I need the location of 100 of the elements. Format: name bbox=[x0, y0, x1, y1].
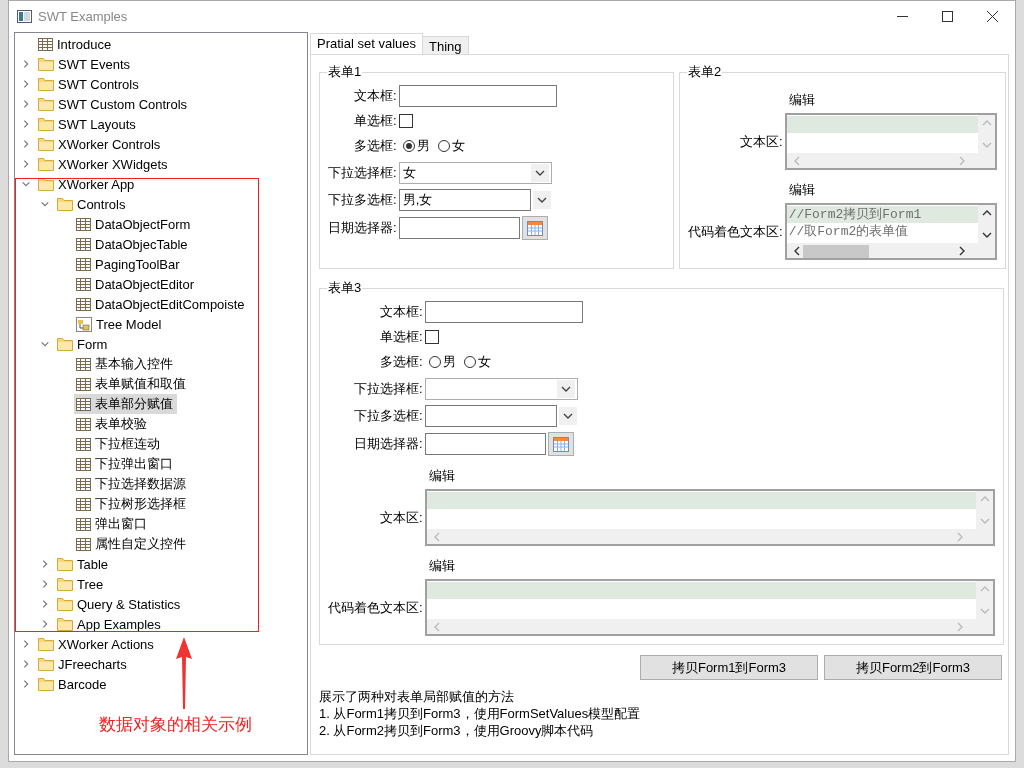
tab[interactable]: Thing bbox=[422, 36, 469, 54]
text-field[interactable] bbox=[398, 85, 557, 107]
folder-icon bbox=[38, 117, 54, 131]
text-area[interactable] bbox=[784, 113, 997, 170]
dropdown[interactable] bbox=[424, 378, 578, 400]
annotation-label: 数据对象的相关示例 bbox=[99, 714, 252, 736]
tree-item[interactable]: DataObjectEditor bbox=[74, 274, 198, 294]
tree-item[interactable]: Introduce bbox=[36, 34, 116, 54]
folder-icon bbox=[38, 137, 54, 151]
tree-item[interactable]: SWT Custom Controls bbox=[36, 94, 192, 114]
tree-item[interactable]: 下拉树形选择框 bbox=[74, 494, 190, 514]
tree-item[interactable]: 基本输入控件 bbox=[74, 354, 177, 374]
tree-model-icon bbox=[76, 316, 92, 332]
calendar-button[interactable] bbox=[521, 216, 548, 240]
folder-icon bbox=[57, 337, 73, 351]
checkbox[interactable] bbox=[424, 330, 439, 344]
description-line: 2. 从Form2拷贝到Form3，使用Groovy脚本代码 bbox=[319, 722, 595, 739]
tree-item[interactable]: 下拉弹出窗口 bbox=[74, 454, 177, 474]
table-icon bbox=[76, 457, 91, 471]
folder-icon bbox=[38, 637, 54, 651]
field-label: 下拉多选框: bbox=[353, 407, 423, 425]
multi-select-field[interactable] bbox=[424, 405, 557, 427]
date-field[interactable] bbox=[424, 433, 546, 455]
table-icon bbox=[76, 237, 91, 251]
field-label: 文本区: bbox=[739, 132, 783, 151]
multi-select-field[interactable]: 男,女 bbox=[398, 189, 531, 211]
tree-item[interactable]: Barcode bbox=[36, 674, 111, 694]
maximize-icon bbox=[942, 11, 953, 22]
folder-icon bbox=[57, 597, 73, 611]
tree-item[interactable]: JFreecharts bbox=[36, 654, 131, 674]
tree-item[interactable]: SWT Controls bbox=[36, 74, 143, 94]
radio-option[interactable]: 女 bbox=[463, 353, 491, 371]
tree-item[interactable]: DataObjecTable bbox=[74, 234, 192, 254]
tree-item[interactable]: XWorker App bbox=[36, 174, 139, 194]
tree-item[interactable]: 属性自定义控件 bbox=[74, 534, 190, 554]
field-label: 文本区: bbox=[379, 508, 423, 527]
radio-option[interactable]: 男 bbox=[402, 137, 430, 155]
code-editor[interactable] bbox=[424, 579, 995, 636]
tab[interactable]: Pratial set values bbox=[310, 33, 423, 54]
edit-caption: 编辑 bbox=[787, 181, 816, 199]
tree-item[interactable]: Tree Model bbox=[74, 314, 166, 334]
tree-item[interactable]: 表单校验 bbox=[74, 414, 151, 434]
tree-item[interactable]: SWT Layouts bbox=[36, 114, 140, 134]
folder-icon bbox=[38, 157, 54, 171]
text-field[interactable] bbox=[424, 301, 583, 323]
tree-item[interactable]: Tree bbox=[55, 574, 108, 594]
calendar-button[interactable] bbox=[547, 432, 574, 456]
tree-item[interactable]: DataObjectEditCompoiste bbox=[74, 294, 249, 314]
field-label: 日期选择器: bbox=[353, 435, 423, 453]
radio-option[interactable]: 男 bbox=[428, 353, 456, 371]
tree-item[interactable]: 表单赋值和取值 bbox=[74, 374, 190, 394]
folder-icon bbox=[38, 677, 54, 691]
table-icon bbox=[76, 397, 91, 411]
group-title: 表单3 bbox=[327, 279, 363, 297]
tree-item[interactable]: DataObjectForm bbox=[74, 214, 195, 234]
tree-item[interactable]: Form bbox=[55, 334, 112, 354]
table-icon bbox=[76, 357, 91, 371]
tree-item[interactable]: SWT Events bbox=[36, 54, 134, 74]
field-label: 单选框: bbox=[379, 328, 423, 346]
text-area[interactable] bbox=[424, 489, 995, 546]
calendar-icon bbox=[552, 436, 569, 452]
tree-item[interactable]: 下拉选择数据源 bbox=[74, 474, 190, 494]
tree-item[interactable]: PagingToolBar bbox=[74, 254, 184, 274]
scrollbar-thumb[interactable] bbox=[802, 245, 869, 258]
description-line: 1. 从Form1拷贝到Form3，使用FormSetValues模型配置 bbox=[319, 705, 642, 722]
field-label: 下拉选择框: bbox=[353, 380, 423, 398]
field-label: 单选框: bbox=[353, 112, 397, 130]
dropdown[interactable]: 女 bbox=[398, 162, 552, 184]
radio-option[interactable]: 女 bbox=[437, 137, 465, 155]
annotation-arrow bbox=[175, 637, 193, 709]
tree-item[interactable]: XWorker XWidgets bbox=[36, 154, 172, 174]
tree-item[interactable]: Controls bbox=[55, 194, 130, 214]
tree-item[interactable]: 表单部分赋值 bbox=[74, 394, 177, 414]
copy-button[interactable]: 拷贝Form1到Form3 bbox=[640, 655, 818, 680]
edit-caption: 编辑 bbox=[787, 91, 816, 109]
tree-item[interactable]: XWorker Actions bbox=[36, 634, 158, 654]
field-label: 日期选择器: bbox=[328, 219, 397, 237]
folder-icon bbox=[38, 77, 54, 91]
tree-item[interactable]: 下拉框连动 bbox=[74, 434, 164, 454]
folder-icon bbox=[38, 657, 54, 671]
field-label: 下拉选择框: bbox=[328, 164, 397, 182]
copy-button[interactable]: 拷贝Form2到Form3 bbox=[824, 655, 1002, 680]
app-icon bbox=[17, 10, 32, 23]
field-label: 文本框: bbox=[353, 87, 397, 105]
tree-item[interactable]: App Examples bbox=[55, 614, 165, 634]
tree-item[interactable]: XWorker Controls bbox=[36, 134, 165, 154]
date-field[interactable] bbox=[398, 217, 520, 239]
checkbox[interactable] bbox=[398, 114, 413, 128]
folder-icon bbox=[38, 57, 54, 71]
group-title: 表单1 bbox=[327, 63, 363, 81]
table-icon bbox=[76, 437, 91, 451]
table-icon bbox=[76, 417, 91, 431]
code-line: //取Form2的表单值 bbox=[787, 223, 910, 240]
tree-item[interactable]: Query & Statistics bbox=[55, 594, 185, 614]
code-editor[interactable]: //Form2拷贝到Form1 //取Form2的表单值 bbox=[784, 203, 997, 260]
field-label: 多选框: bbox=[379, 353, 423, 371]
description-line: 展示了两种对表单局部赋值的方法 bbox=[319, 688, 515, 705]
tree-item[interactable]: Table bbox=[55, 554, 113, 574]
tree-item[interactable]: 弹出窗口 bbox=[74, 514, 151, 534]
table-icon bbox=[76, 297, 91, 311]
